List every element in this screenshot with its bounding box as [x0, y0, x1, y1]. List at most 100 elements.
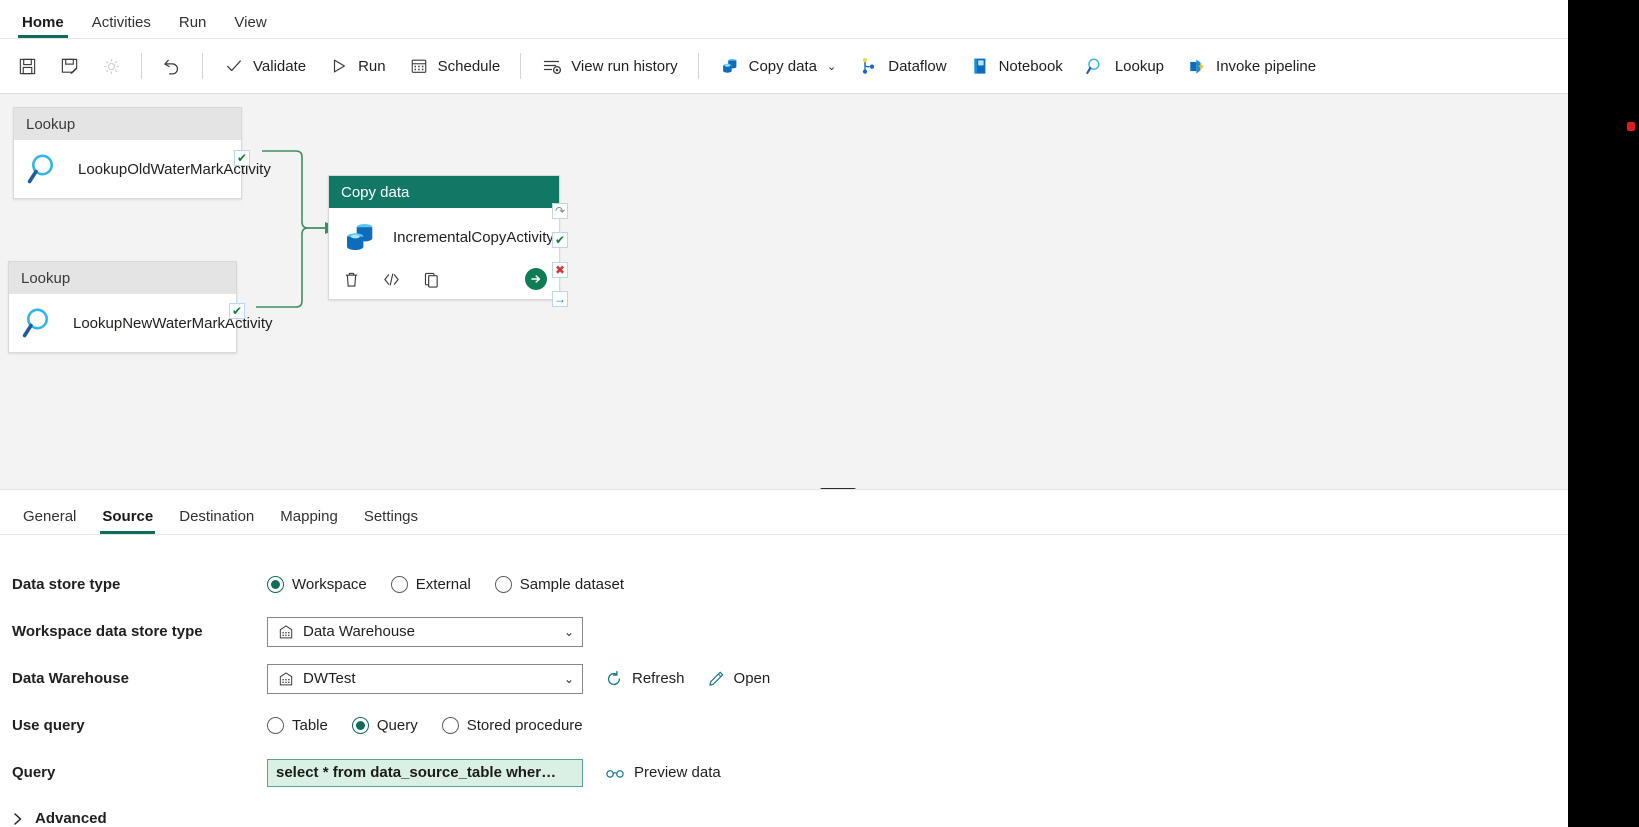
- use-query-label: Use query: [12, 717, 85, 734]
- warehouse-icon: [278, 671, 294, 687]
- radio-external-label: External: [415, 576, 471, 593]
- ribbon-tab-activities-label: Activities: [91, 14, 151, 31]
- activity-node-incremental-copy[interactable]: Copy data IncrementalCopyActivity ↷ ✔ ✖ …: [328, 175, 568, 307]
- radio-sample-dataset-label: Sample dataset: [519, 576, 625, 593]
- node-handle-on-skip[interactable]: →: [552, 291, 568, 307]
- tab-source[interactable]: Source: [89, 508, 166, 534]
- lookup-button[interactable]: Lookup: [1074, 48, 1175, 84]
- refresh-label: Refresh: [632, 670, 685, 687]
- advanced-section-toggle[interactable]: Advanced: [12, 810, 1568, 827]
- radio-stored-procedure-label: Stored procedure: [466, 717, 583, 734]
- open-button[interactable]: Open: [707, 670, 771, 688]
- radio-workspace[interactable]: Workspace: [267, 576, 367, 593]
- tab-destination[interactable]: Destination: [166, 508, 267, 534]
- node-handle-on-failure[interactable]: ✖: [552, 262, 568, 278]
- save-as-icon: [58, 55, 80, 77]
- duplicate-icon[interactable]: [421, 269, 441, 289]
- panel-resize-handle[interactable]: [820, 488, 856, 489]
- data-store-type-label: Data store type: [12, 576, 121, 593]
- radio-workspace-circle: [267, 576, 284, 593]
- database-copy-icon: [719, 55, 741, 77]
- invoke-pipeline-button[interactable]: Invoke pipeline: [1175, 48, 1327, 84]
- undo-button[interactable]: [151, 48, 193, 84]
- ribbon-tab-view[interactable]: View: [220, 15, 280, 38]
- data-store-type-radio-group: Workspace External Sample dataset: [267, 576, 624, 593]
- validate-button[interactable]: Validate: [212, 48, 317, 84]
- field-row-workspace-data-store-type: Workspace data store type Data Warehouse…: [12, 608, 1568, 655]
- tab-mapping-label: Mapping: [280, 508, 338, 525]
- ribbon-tab-run[interactable]: Run: [165, 15, 221, 38]
- dataflow-label: Dataflow: [888, 57, 947, 75]
- validate-label: Validate: [253, 57, 307, 75]
- data-warehouse-select[interactable]: DWTest ⌄: [267, 663, 583, 694]
- activity-node-lookup-new-watermark[interactable]: Lookup LookupNewWaterMarkActivity ✔: [8, 261, 273, 353]
- radio-sample-dataset[interactable]: Sample dataset: [494, 576, 625, 593]
- run-button[interactable]: Run: [317, 48, 397, 84]
- save-as-button[interactable]: [48, 48, 90, 84]
- copy-data-button[interactable]: Copy data ⌄: [708, 48, 848, 84]
- node-handle-on-completion[interactable]: ↷: [552, 203, 568, 219]
- run-arrow-icon[interactable]: [525, 268, 547, 290]
- query-label: Query: [12, 764, 56, 781]
- preview-data-label: Preview data: [634, 764, 721, 781]
- code-icon[interactable]: [381, 269, 401, 289]
- radio-table-circle: [267, 717, 284, 734]
- field-row-data-store-type: Data store type Workspace External Sampl…: [12, 561, 1568, 608]
- activity-node-lookup-old-watermark[interactable]: Lookup LookupOldWaterMarkActivity ✔: [13, 107, 271, 199]
- chevron-down-icon: ⌄: [563, 624, 574, 639]
- tab-general[interactable]: General: [10, 508, 89, 534]
- pipeline-canvas[interactable]: Lookup LookupOldWaterMarkActivity ✔ Look…: [0, 94, 1568, 490]
- notebook-label: Notebook: [998, 57, 1063, 75]
- run-label: Run: [358, 57, 386, 75]
- ribbon-tab-home[interactable]: Home: [8, 15, 78, 38]
- gear-icon: [100, 55, 122, 77]
- ribbon-tab-activities[interactable]: Activities: [78, 15, 165, 38]
- tab-mapping[interactable]: Mapping: [267, 508, 351, 534]
- schedule-button[interactable]: Schedule: [397, 48, 512, 84]
- play-icon: [328, 55, 350, 77]
- open-label: Open: [733, 670, 771, 687]
- ribbon-tab-bar: Home Activities Run View: [0, 0, 1568, 39]
- workspace-data-store-type-select[interactable]: Data Warehouse ⌄: [267, 616, 583, 647]
- save-button[interactable]: [6, 48, 48, 84]
- refresh-button[interactable]: Refresh: [605, 670, 685, 688]
- settings-button[interactable]: [90, 48, 132, 84]
- pipeline-editor-app: Home Activities Run View Validate Run Sc…: [0, 0, 1568, 827]
- workspace-data-store-type-label: Workspace data store type: [12, 623, 203, 640]
- chevron-down-icon[interactable]: ⌄: [827, 60, 836, 73]
- invoke-pipeline-label: Invoke pipeline: [1216, 57, 1317, 75]
- tab-settings-label: Settings: [363, 508, 419, 525]
- activity-node-name: LookupOldWaterMarkActivity: [78, 160, 271, 178]
- field-row-query: Query select * from data_source_table wh…: [12, 749, 1568, 796]
- ribbon-tab-run-label: Run: [178, 14, 207, 31]
- toolbar-divider-1: [141, 53, 142, 79]
- workspace-data-store-type-value: Data Warehouse: [303, 623, 416, 640]
- chevron-down-icon: ⌄: [563, 671, 574, 686]
- query-input[interactable]: select * from data_source_table wher…: [267, 758, 583, 787]
- node-handle-on-success[interactable]: ✔: [234, 150, 250, 166]
- history-list-icon: [541, 55, 563, 77]
- activity-node-type-label: Copy data: [329, 176, 559, 208]
- activity-node-body: LookupOldWaterMarkActivity: [14, 140, 271, 198]
- preview-data-button[interactable]: Preview data: [605, 764, 721, 781]
- radio-stored-procedure-circle: [441, 717, 459, 734]
- node-handle-on-success[interactable]: ✔: [552, 232, 568, 248]
- node-handle-on-success[interactable]: ✔: [229, 303, 245, 319]
- activity-node-type-label: Lookup: [9, 262, 236, 294]
- radio-stored-procedure[interactable]: Stored procedure: [441, 717, 583, 734]
- source-form: Data store type Workspace External Sampl…: [0, 535, 1568, 827]
- radio-table[interactable]: Table: [267, 717, 328, 734]
- tab-settings[interactable]: Settings: [351, 508, 431, 534]
- notebook-icon: [969, 55, 991, 77]
- notebook-button[interactable]: Notebook: [958, 48, 1074, 84]
- dataflow-button[interactable]: Dataflow: [847, 48, 957, 84]
- toolbar-divider-2: [202, 53, 203, 79]
- database-copy-icon: [341, 218, 379, 256]
- trash-icon[interactable]: [341, 269, 361, 289]
- view-run-history-button[interactable]: View run history: [530, 48, 688, 84]
- pencil-icon: [707, 670, 725, 688]
- warehouse-icon: [278, 624, 294, 640]
- radio-external[interactable]: External: [390, 576, 471, 593]
- radio-query-label: Query: [376, 717, 418, 734]
- radio-query[interactable]: Query: [351, 717, 418, 734]
